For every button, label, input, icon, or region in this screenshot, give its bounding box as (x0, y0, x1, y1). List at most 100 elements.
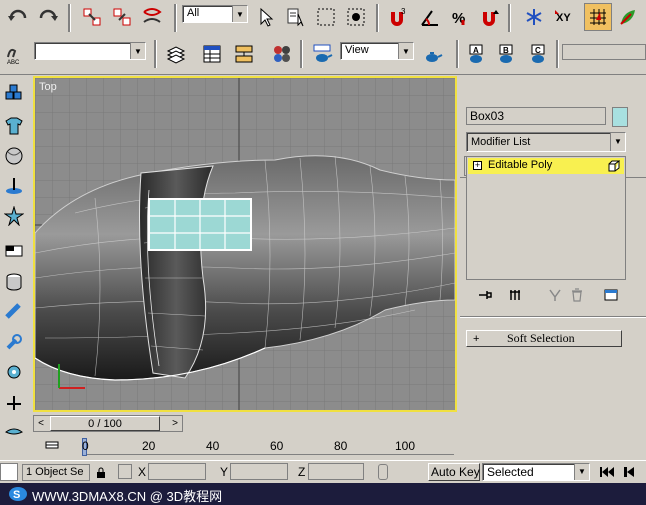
named-selection-dropdown[interactable]: ▼ (34, 42, 146, 60)
previous-frame-icon (624, 467, 634, 477)
go-to-start-button[interactable] (598, 464, 616, 480)
coord-system-dropdown[interactable]: View ▼ (340, 42, 414, 60)
y-coord-field[interactable] (230, 463, 288, 480)
grid-snap-button[interactable] (584, 3, 612, 31)
teapot-c-icon: C (531, 44, 545, 63)
modifiers-tab-button[interactable] (2, 238, 26, 262)
slider-prev-button[interactable]: < (34, 416, 48, 431)
snaps-toggle-button[interactable]: 3 (384, 3, 412, 31)
absolute-mode-button[interactable] (118, 464, 132, 479)
select-and-link-button[interactable] (78, 3, 106, 31)
percent-snap-button[interactable]: % (446, 3, 474, 31)
track-view-button[interactable] (198, 40, 226, 68)
bind-to-space-warp-button[interactable] (138, 3, 166, 31)
layer-manager-button[interactable] (162, 40, 190, 68)
pin-stack-button[interactable] (476, 286, 494, 304)
time-slider-thumb[interactable]: 0 / 100 (50, 416, 160, 431)
slider-next-button[interactable]: > (168, 416, 182, 431)
angle-snap-button[interactable] (416, 3, 444, 31)
go-to-start-icon (600, 467, 614, 477)
shirt-icon (5, 117, 23, 135)
render-c-button[interactable]: C (524, 40, 552, 68)
viewport-label[interactable]: Top (39, 81, 57, 93)
expand-plus-icon[interactable]: + (473, 161, 482, 170)
lock-selection-button[interactable] (94, 464, 108, 481)
rectangular-selection-icon (317, 8, 335, 26)
viewport-canvas (35, 78, 455, 410)
unlink-selection-button[interactable] (108, 3, 136, 31)
redo-button[interactable] (34, 3, 62, 31)
previous-frame-button[interactable] (622, 464, 640, 480)
grid-spacing-button[interactable] (378, 464, 388, 480)
make-unique-button[interactable] (546, 286, 564, 304)
key-filter-dropdown[interactable]: Selected ▼ (482, 463, 590, 481)
spinner-snap-button[interactable] (476, 3, 504, 31)
objects-tab-button[interactable] (2, 82, 26, 106)
paint-selection-button[interactable] (614, 3, 642, 31)
show-end-result-button[interactable] (506, 286, 524, 304)
material-editor-button[interactable] (268, 40, 296, 68)
status-bar: 1 Object Se X Y Z Auto Key Selected ▼ S … (0, 460, 646, 505)
viewport-top[interactable]: Top (33, 76, 457, 412)
maxscript-listener-button[interactable] (0, 463, 18, 481)
cylinder-tab-button[interactable] (2, 270, 26, 294)
render-a-button[interactable]: A (462, 40, 490, 68)
time-slider-bar[interactable]: < 0 / 100 > (33, 415, 183, 432)
quick-render-button[interactable] (418, 42, 446, 70)
watermark-text: WWW.3DMAX8.CN @ 3D教程网 (32, 489, 223, 504)
transform-tab-button[interactable] (2, 390, 26, 414)
auto-key-button[interactable]: Auto Key (428, 463, 480, 481)
configure-sets-button[interactable] (602, 286, 620, 304)
chevron-down-icon: ▼ (574, 464, 589, 480)
selection-filter-dropdown[interactable]: All ▼ (182, 5, 248, 23)
tick-label-60: 60 (270, 439, 284, 453)
tube-tab-button[interactable] (2, 300, 26, 324)
select-by-name-button[interactable] (282, 3, 310, 31)
window-crossing-button[interactable] (342, 3, 370, 31)
secondary-toolbar: ABC ▼ View ▼ A B C (0, 36, 646, 74)
schematic-view-button[interactable] (230, 40, 258, 68)
mirror-button[interactable] (520, 3, 548, 31)
object-color-swatch[interactable] (612, 107, 628, 127)
select-object-button[interactable] (252, 3, 280, 31)
track-bar-icon[interactable] (44, 437, 60, 453)
modifier-list-dropdown[interactable]: Modifier List ▼ (466, 132, 626, 152)
render-b-button[interactable]: B (492, 40, 520, 68)
render-scene-button[interactable] (308, 40, 336, 68)
x-coord-field[interactable] (148, 463, 206, 480)
extra-input-field[interactable] (562, 44, 646, 60)
abc-named-selection-button[interactable]: ABC (2, 40, 30, 68)
object-name-field[interactable]: Box03 (466, 107, 606, 125)
bend-tab-button[interactable] (2, 330, 26, 354)
rollout-expand-sign: + (473, 332, 480, 345)
teapot-b-icon: B (499, 44, 513, 63)
undo-button[interactable] (4, 3, 32, 31)
align-xy-button[interactable]: XY (550, 3, 578, 31)
cube-icon (608, 160, 620, 172)
wrench-icon (6, 334, 22, 350)
stack-item-label: Editable Poly (488, 159, 553, 171)
tick-label-100: 100 (395, 439, 416, 453)
chevron-down-icon: ▼ (398, 43, 413, 59)
rectangular-selection-button[interactable] (312, 3, 340, 31)
shapes-tab-button[interactable] (2, 114, 26, 138)
soft-selection-rollout[interactable]: + Soft Selection (466, 330, 622, 347)
chevron-down-icon: ▼ (232, 6, 247, 22)
timeline-ruler[interactable]: 0 20 40 60 80 100 (64, 436, 458, 458)
svg-text:B: B (503, 46, 509, 55)
stack-item-editable-poly[interactable]: + Editable Poly (468, 158, 624, 174)
key-filter-value: Selected (487, 465, 534, 479)
svg-text:S: S (13, 489, 20, 501)
rollout-divider (460, 316, 646, 318)
helpers-tab-button[interactable] (2, 204, 26, 228)
selected-polygons[interactable] (148, 198, 252, 251)
gear-tab-button[interactable] (2, 360, 26, 384)
modifier-stack[interactable]: + Editable Poly (466, 156, 626, 280)
remove-modifier-button[interactable] (568, 286, 586, 304)
lights-tab-button[interactable] (2, 174, 26, 198)
angle-snap-icon (421, 10, 438, 26)
unique-icon (549, 289, 561, 301)
z-coord-field[interactable] (308, 463, 364, 480)
main-toolbar: All ▼ 3 % XY (0, 0, 646, 36)
sphere-tab-button[interactable] (2, 144, 26, 168)
